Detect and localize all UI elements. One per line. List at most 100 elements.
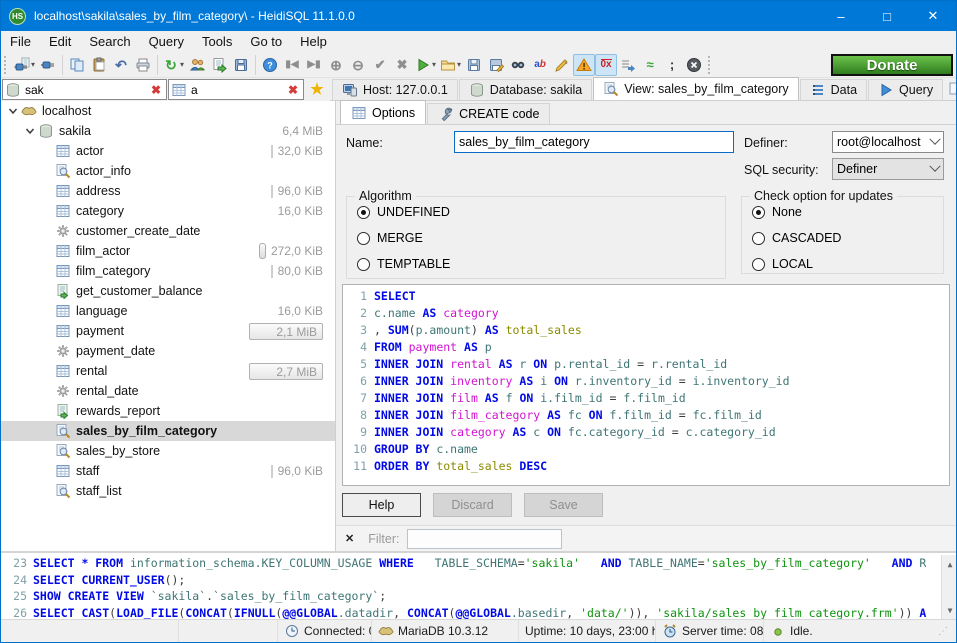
tree-item-customer_create_date[interactable]: customer_create_date: [1, 221, 335, 241]
dropdown-caret-icon[interactable]: ▾: [31, 60, 35, 69]
tree-item-get_customer_balance[interactable]: get_customer_balance: [1, 281, 335, 301]
save-button[interactable]: Save: [524, 493, 603, 517]
menu-edit[interactable]: Edit: [40, 33, 80, 50]
menu-search[interactable]: Search: [80, 33, 139, 50]
tree-item-staff_list[interactable]: staff_list: [1, 481, 335, 501]
menu-file[interactable]: File: [1, 33, 40, 50]
print-button[interactable]: [132, 54, 154, 76]
execute-query-button[interactable]: ▾: [413, 54, 438, 76]
next-result-button[interactable]: [617, 54, 639, 76]
warn-unsafe-toggle[interactable]: [573, 54, 595, 76]
minimize-button[interactable]: –: [818, 1, 864, 31]
tab-options[interactable]: Options: [340, 100, 426, 124]
menu-query[interactable]: Query: [140, 33, 193, 50]
load-sql-file-button[interactable]: ▾: [438, 54, 463, 76]
tree-item-sakila[interactable]: sakila6,4 MiB: [1, 121, 335, 141]
tree-item-localhost[interactable]: localhost: [1, 101, 335, 121]
tab-create-code[interactable]: CREATE code: [427, 103, 550, 124]
menu-help[interactable]: Help: [291, 33, 336, 50]
check-option-radio-cascaded[interactable]: CASCADED: [752, 227, 943, 249]
close-filter-icon[interactable]: ✕: [345, 532, 354, 545]
discard-button[interactable]: Discard: [433, 493, 512, 517]
insert-record-button[interactable]: ⊕: [325, 54, 347, 76]
session-manager-button[interactable]: ▾: [12, 54, 37, 76]
new-query-tab-icon[interactable]: [948, 81, 957, 97]
save-sql-button[interactable]: [463, 54, 485, 76]
tree-item-category[interactable]: category16,0 KiB: [1, 201, 335, 221]
clear-table-filter-icon[interactable]: ✖: [285, 82, 301, 98]
clear-database-filter-icon[interactable]: ✖: [148, 82, 164, 98]
close-button[interactable]: ✕: [910, 1, 956, 31]
first-record-button[interactable]: ▮◀: [281, 54, 303, 76]
algorithm-radio-undefined[interactable]: UNDEFINED: [357, 201, 725, 223]
user-manager-button[interactable]: [186, 54, 208, 76]
tree-item-language[interactable]: language16,0 KiB: [1, 301, 335, 321]
last-record-button[interactable]: ▶▮: [303, 54, 325, 76]
view-name-input[interactable]: [454, 131, 734, 153]
sql-security-dropdown[interactable]: Definer: [832, 158, 944, 180]
check-option-radio-local[interactable]: LOCAL: [752, 253, 943, 275]
reformat-sql-button[interactable]: [551, 54, 573, 76]
save-snapshot-button[interactable]: [230, 54, 252, 76]
export-database-button[interactable]: [208, 54, 230, 76]
single-statement-button[interactable]: ;: [661, 54, 683, 76]
copy-button[interactable]: [66, 54, 88, 76]
radio-icon[interactable]: [752, 206, 765, 219]
algorithm-radio-temptable[interactable]: TEMPTABLE: [357, 253, 725, 275]
stop-button[interactable]: [683, 54, 705, 76]
maximize-button[interactable]: □: [864, 1, 910, 31]
cancel-editing-button[interactable]: ✖: [391, 54, 413, 76]
tab-view[interactable]: View: sales_by_film_category: [593, 77, 798, 100]
check-option-radio-none[interactable]: None: [752, 201, 943, 223]
tab-data[interactable]: Data: [800, 79, 867, 100]
save-sql-as-button[interactable]: [485, 54, 507, 76]
help-button[interactable]: ?: [259, 54, 281, 76]
replace-button[interactable]: ab: [529, 54, 551, 76]
undo-button[interactable]: ↶: [110, 54, 132, 76]
post-changes-button[interactable]: ✔: [369, 54, 391, 76]
paste-button[interactable]: [88, 54, 110, 76]
log-scrollbar[interactable]: ▲▼: [941, 555, 957, 621]
tree-item-payment[interactable]: payment2,1 MiB: [1, 321, 335, 341]
tree-item-rewards_report[interactable]: rewards_report: [1, 401, 335, 421]
donate-button[interactable]: Donate: [831, 54, 953, 76]
definer-combobox[interactable]: root@localhost: [832, 131, 944, 153]
expand-chevron-icon[interactable]: [22, 123, 38, 139]
radio-icon[interactable]: [752, 258, 765, 271]
scroll-down-icon[interactable]: ▼: [948, 603, 953, 620]
resize-grip[interactable]: ⋰: [938, 626, 948, 637]
help-button[interactable]: Help: [342, 493, 421, 517]
database-filter-input[interactable]: [23, 82, 146, 98]
tree-item-payment_date[interactable]: payment_date: [1, 341, 335, 361]
tree-item-actor[interactable]: actor32,0 KiB: [1, 141, 335, 161]
tree-item-sales_by_store[interactable]: sales_by_store: [1, 441, 335, 461]
dropdown-caret-icon[interactable]: ▾: [180, 60, 184, 69]
tree-item-address[interactable]: address96,0 KiB: [1, 181, 335, 201]
tab-host[interactable]: Host: 127.0.0.1: [332, 79, 458, 100]
radio-icon[interactable]: [357, 206, 370, 219]
radio-icon[interactable]: [752, 232, 765, 245]
tree-item-actor_info[interactable]: actor_info: [1, 161, 335, 181]
view-select-code-editor[interactable]: 1SELECT2c.name AS category3, SUM(p.amoun…: [342, 284, 950, 486]
scroll-up-icon[interactable]: ▲: [948, 557, 953, 574]
bind-parameters-button[interactable]: ≈: [639, 54, 661, 76]
tree-item-film_actor[interactable]: film_actor272,0 KiB: [1, 241, 335, 261]
tree-item-staff[interactable]: staff96,0 KiB: [1, 461, 335, 481]
refresh-button[interactable]: ↻▾: [161, 54, 186, 76]
menu-tools[interactable]: Tools: [193, 33, 241, 50]
dropdown-caret-icon[interactable]: ▾: [432, 60, 436, 69]
tree-item-rental[interactable]: rental2,7 MiB: [1, 361, 335, 381]
tab-query[interactable]: Query: [868, 79, 943, 100]
radio-icon[interactable]: [357, 258, 370, 271]
delete-record-button[interactable]: ⊖: [347, 54, 369, 76]
favorites-star-icon[interactable]: ★: [309, 82, 325, 98]
tab-database[interactable]: Database: sakila: [459, 79, 592, 100]
find-button[interactable]: [507, 54, 529, 76]
filter-input[interactable]: [407, 529, 562, 549]
tree-item-rental_date[interactable]: rental_date: [1, 381, 335, 401]
expand-chevron-icon[interactable]: [5, 103, 21, 119]
algorithm-radio-merge[interactable]: MERGE: [357, 227, 725, 249]
disconnect-button[interactable]: [37, 54, 59, 76]
radio-icon[interactable]: [357, 232, 370, 245]
tree-item-film_category[interactable]: film_category80,0 KiB: [1, 261, 335, 281]
